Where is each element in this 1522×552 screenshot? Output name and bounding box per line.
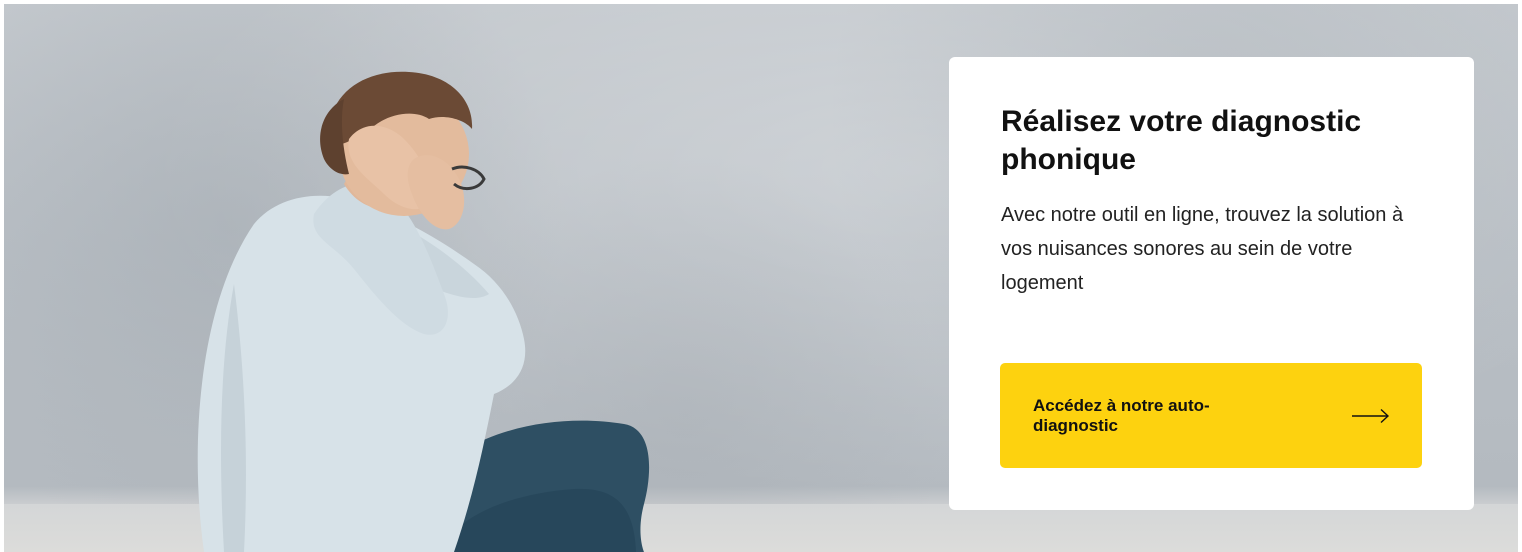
- auto-diagnostic-button[interactable]: Accédez à notre auto-diagnostic: [1000, 363, 1422, 468]
- hero-image-person: [197, 71, 650, 552]
- card-description: Avec notre outil en ligne, trouvez la so…: [1001, 204, 1404, 294]
- diagnostic-card: Réalisez votre diagnostic phonique Avec …: [949, 57, 1474, 510]
- hero-banner: Réalisez votre diagnostic phonique Avec …: [4, 4, 1518, 552]
- arrow-right-icon: [1352, 408, 1390, 423]
- card-title: Réalisez votre diagnostic phonique: [1001, 105, 1362, 176]
- cta-label: Accédez à notre auto-diagnostic: [1033, 395, 1210, 435]
